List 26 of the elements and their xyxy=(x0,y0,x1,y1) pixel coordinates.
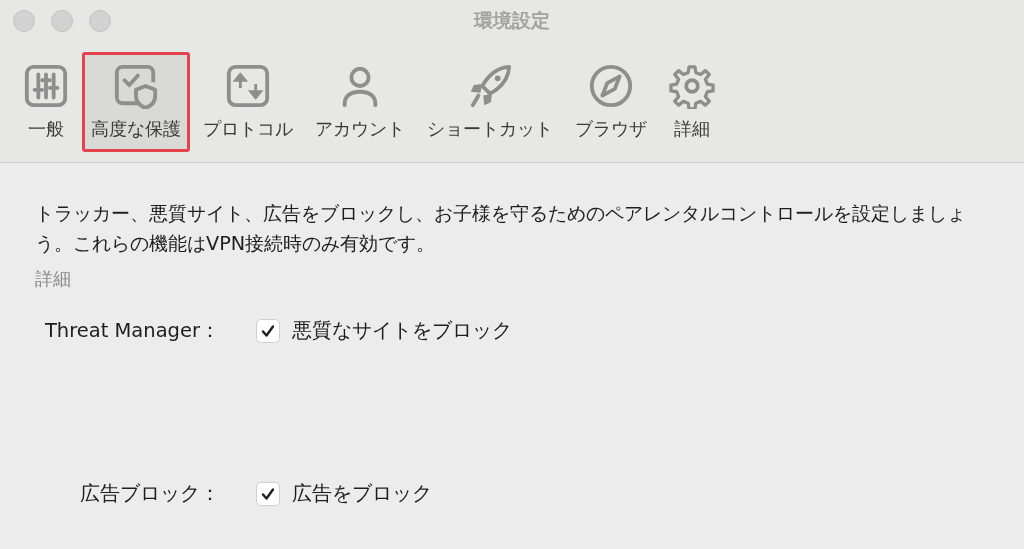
toolbar-tab[interactable]: 詳細 xyxy=(660,52,724,152)
toolbar-tab[interactable]: ブラウザ xyxy=(566,52,656,152)
window-control[interactable] xyxy=(13,10,35,32)
shield-check-icon xyxy=(113,63,159,109)
gear-icon xyxy=(669,63,715,109)
description-text: トラッカー、悪質サイト、広告をブロックし、お子様を守るためのペアレンタルコントロールを設定しましょう。これらの機能はVPN接続時のみ有効です。 xyxy=(35,201,967,257)
toolbar-tab[interactable]: 一般 xyxy=(14,52,78,152)
setting-checkbox[interactable]: 広告をブロック xyxy=(256,480,432,507)
setting-checkbox[interactable]: 悪質なサイトをブロック xyxy=(256,317,512,344)
arrows-icon xyxy=(225,63,271,109)
setting-label: 広告ブロック： xyxy=(79,481,220,507)
checkbox[interactable] xyxy=(256,481,280,506)
toolbar-tab[interactable]: アカウント xyxy=(306,52,414,152)
window-control[interactable] xyxy=(51,10,73,32)
toolbar-tab[interactable]: ショートカット xyxy=(418,52,562,152)
checkbox[interactable] xyxy=(256,318,280,343)
toolbar-tab[interactable]: 高度な保護 xyxy=(82,52,190,152)
section-heading: 詳細 xyxy=(35,267,72,291)
sliders-icon xyxy=(23,63,69,109)
setting-label: Threat Manager： xyxy=(43,318,220,344)
window-title: 環境設定 xyxy=(474,8,550,33)
checkmark-icon xyxy=(260,322,276,339)
compass-icon xyxy=(588,63,634,109)
window-control[interactable] xyxy=(89,10,111,32)
checkmark-icon xyxy=(260,485,276,502)
toolbar-tab[interactable]: プロトコル xyxy=(194,52,302,152)
